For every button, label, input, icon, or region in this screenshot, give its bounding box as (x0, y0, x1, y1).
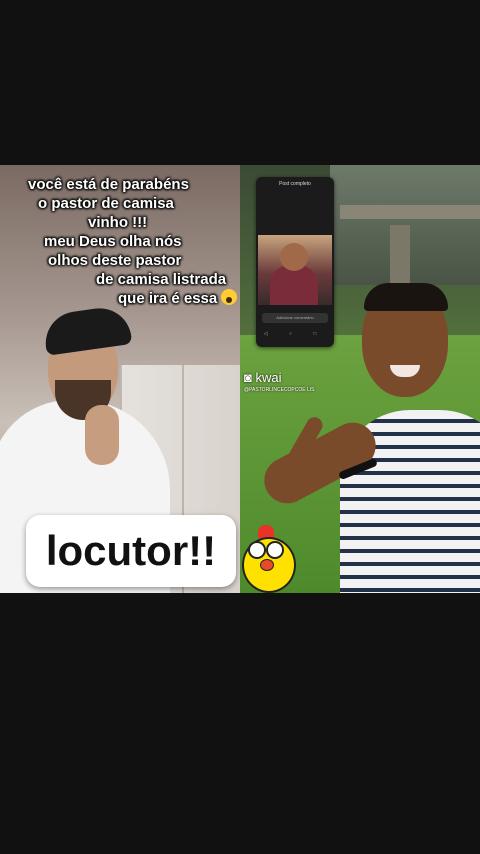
left-video-panel: você está de parabéns o pastor de camisa… (0, 165, 240, 593)
chick-eye (248, 541, 266, 559)
left-person-hand (85, 405, 119, 465)
inset-phone-title: Post completo (279, 181, 311, 187)
right-person-hair (364, 283, 448, 311)
inset-phone-screenshot: Post completo Adicionar comentário ◁ ○ □ (256, 177, 334, 347)
kwai-watermark: ◙ kwai (244, 370, 282, 385)
inset-nav-bar: ◁ ○ □ (263, 331, 327, 337)
inset-comment-field: Adicionar comentário (262, 313, 328, 323)
caption-line: meu Deus olha nós (44, 233, 182, 250)
kwai-logo-icon: ◙ (244, 370, 252, 385)
caption-line: vinho !!! (88, 214, 148, 231)
caption-line: que ira é essa (118, 290, 218, 307)
kwai-brand: kwai (255, 370, 282, 385)
inset-phone-video (258, 235, 332, 305)
video-frame[interactable]: você está de parabéns o pastor de camisa… (0, 165, 480, 593)
inset-pastor-shirt (270, 265, 318, 305)
chick-beak (260, 559, 274, 571)
kwai-handle: @PASTORLINCECOPCOE LIS (244, 387, 315, 393)
caption-line: o pastor de camisa (38, 195, 174, 212)
scream-emoji-icon (221, 289, 238, 305)
caption-line: de camisa listrada (96, 271, 227, 288)
caption-overlay: você está de parabéns o pastor de camisa… (20, 175, 240, 308)
caption-line: olhos deste pastor (48, 252, 182, 269)
inset-pastor-head (280, 243, 308, 271)
chick-eye (266, 541, 284, 559)
scared-chick-sticker (238, 523, 296, 593)
left-person-cap (41, 304, 133, 356)
pergola-beam (340, 205, 480, 219)
caption-line: você está de parabéns (28, 176, 189, 193)
locutor-badge: locutor!! (26, 515, 236, 587)
